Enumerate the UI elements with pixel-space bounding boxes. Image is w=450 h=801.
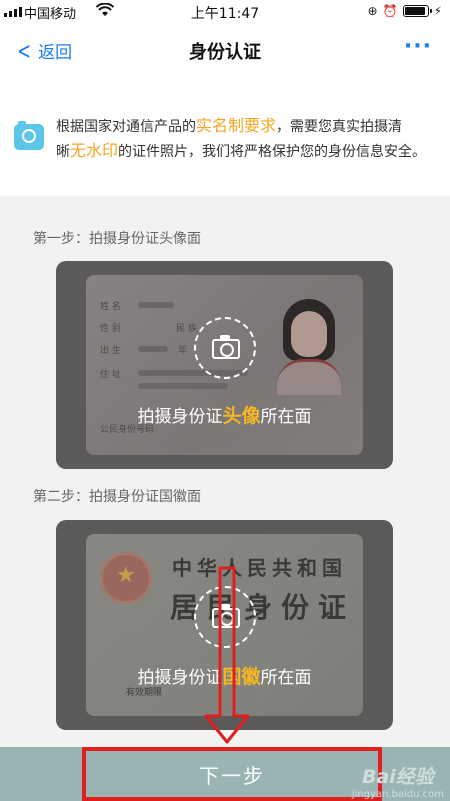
page-title: 身份认证 xyxy=(189,42,261,63)
watermark-sub: jingyan.baidu.com xyxy=(351,789,444,800)
back-capture-caption: 拍摄身份证国徽所在面 xyxy=(56,662,393,689)
step1-label: 第一步：拍摄身份证头像面 xyxy=(33,231,201,247)
field-birth-label: 出 生 xyxy=(100,346,121,356)
notice-text: 根据国家对通信产品的实名制要求，需要您真实拍摄清 晰无水印的证件照片，我们将严格… xyxy=(56,114,440,164)
field-sex-label: 性 别 xyxy=(100,324,121,334)
caption-text: 拍摄身份证 xyxy=(137,668,223,688)
portrait-photo xyxy=(269,295,349,395)
nav-bar: < 返回 身份认证 ··· xyxy=(0,24,450,76)
alarm-icon: ⏰ xyxy=(382,4,398,18)
step2-label: 第二步：拍摄身份证国徽面 xyxy=(33,489,201,505)
notice-highlight-real-name: 实名制要求 xyxy=(196,116,277,135)
id-back-capture-card[interactable]: 中华人民共和国 居民身份证 有效期限 拍摄身份证国徽所在面 xyxy=(56,520,393,730)
camera-icon xyxy=(14,121,44,150)
card-country-title: 中华人民共和国 xyxy=(172,556,347,580)
field-address-label: 住 址 xyxy=(100,370,121,380)
national-emblem-icon xyxy=(100,552,152,604)
caption-highlight: 头像 xyxy=(222,405,261,427)
caption-text: 所在面 xyxy=(260,668,312,688)
notice-text-part: 晰 xyxy=(56,144,70,160)
camera-capture-icon[interactable] xyxy=(193,317,256,379)
real-name-notice: 根据国家对通信产品的实名制要求，需要您真实拍摄清 晰无水印的证件照片，我们将严格… xyxy=(0,76,450,196)
notice-text-part: 的证件照片，我们将严格保护您的身份信息安全。 xyxy=(118,144,427,160)
notice-highlight-no-watermark: 无水印 xyxy=(70,141,119,160)
status-bar: 中国移动 上午11:47 ⊕ ⏰ ⚡ xyxy=(0,0,450,24)
rotation-lock-icon: ⊕ xyxy=(367,4,378,18)
caption-text: 所在面 xyxy=(260,407,312,427)
field-name-label: 姓 名 xyxy=(100,302,121,312)
id-front-capture-card[interactable]: 姓 名 性 别 民 族 出 生 年 住 址 公民身份号码 拍摄身份证头像所在面 xyxy=(56,261,393,469)
more-options-button[interactable]: ··· xyxy=(404,34,432,59)
watermark-main: Bai经验 xyxy=(361,766,434,788)
notice-text-part: 根据国家对通信产品的 xyxy=(56,119,196,135)
caption-highlight: 国徽 xyxy=(222,666,261,688)
field-nation-label: 民 族 xyxy=(176,324,197,334)
caption-text: 拍摄身份证 xyxy=(137,407,223,427)
field-year-label: 年 xyxy=(178,346,188,356)
charging-icon: ⚡ xyxy=(433,4,442,18)
camera-capture-icon[interactable] xyxy=(193,586,256,648)
next-step-button[interactable]: 下一步 xyxy=(82,747,382,801)
notice-text-part: ，需要您真实拍摄清 xyxy=(276,119,403,135)
front-capture-caption: 拍摄身份证头像所在面 xyxy=(56,401,393,428)
battery-icon xyxy=(402,5,432,17)
baidu-watermark: Bai经验 jingyan.baidu.com xyxy=(352,762,444,800)
